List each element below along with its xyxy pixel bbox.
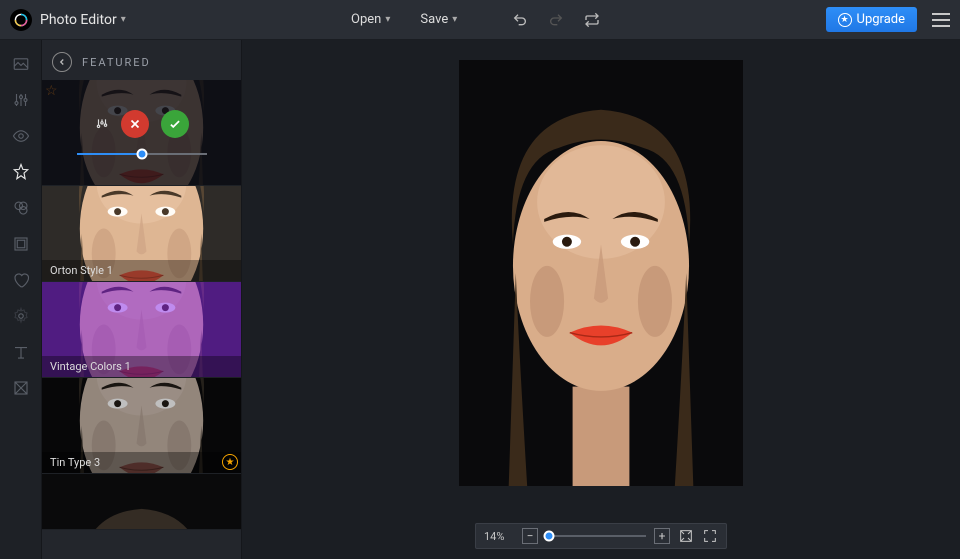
fullscreen-icon[interactable] bbox=[702, 528, 718, 544]
zoom-in-button[interactable]: + bbox=[654, 528, 670, 544]
panel-title: FEATURED bbox=[82, 56, 151, 69]
tool-rail bbox=[0, 40, 42, 559]
gear-tool-icon[interactable] bbox=[12, 307, 30, 325]
chevron-down-icon: ▾ bbox=[452, 14, 457, 25]
effects-tool-icon[interactable] bbox=[12, 163, 30, 181]
filter-label: Tin Type 3 bbox=[42, 452, 241, 473]
fit-screen-icon[interactable] bbox=[678, 528, 694, 544]
zoom-out-button[interactable]: − bbox=[522, 528, 538, 544]
overlay-tool-icon[interactable] bbox=[12, 199, 30, 217]
image-tool-icon[interactable] bbox=[12, 55, 30, 73]
adjust-tool-icon[interactable] bbox=[12, 91, 30, 109]
redo-icon bbox=[548, 12, 564, 28]
filter-label: Orton Style 1 bbox=[42, 260, 241, 281]
open-label: Open bbox=[351, 12, 381, 27]
filter-controls bbox=[42, 80, 241, 185]
filter-item[interactable] bbox=[42, 474, 241, 530]
apply-filter-button[interactable] bbox=[161, 110, 189, 138]
upgrade-button[interactable]: ★ Upgrade bbox=[826, 7, 917, 32]
app-title-text: Photo Editor bbox=[40, 12, 117, 28]
menu-button[interactable] bbox=[932, 13, 950, 27]
zoom-bar: 14% − + bbox=[475, 523, 727, 549]
premium-badge-icon: ★ bbox=[222, 454, 238, 470]
open-button[interactable]: Open ▾ bbox=[351, 12, 390, 27]
save-label: Save bbox=[420, 12, 448, 27]
zoom-text: 14% bbox=[484, 530, 514, 543]
cancel-filter-button[interactable] bbox=[121, 110, 149, 138]
filter-label: Vintage Colors 1 bbox=[42, 356, 241, 377]
frame-tool-icon[interactable] bbox=[12, 235, 30, 253]
filter-item[interactable]: Vintage Colors 1 bbox=[42, 282, 241, 378]
filter-panel: FEATURED ☆ bbox=[42, 40, 242, 559]
app-logo[interactable] bbox=[10, 9, 32, 31]
eye-tool-icon[interactable] bbox=[12, 127, 30, 145]
zoom-slider[interactable] bbox=[546, 535, 646, 537]
filter-item[interactable]: Orton Style 1 bbox=[42, 186, 241, 282]
filter-item[interactable]: Tin Type 3 ★ bbox=[42, 378, 241, 474]
panel-back-button[interactable] bbox=[52, 52, 72, 72]
upgrade-label: Upgrade bbox=[857, 12, 905, 27]
top-bar: Photo Editor ▾ Open ▾ Save ▾ ★ Upgrade bbox=[0, 0, 960, 40]
star-circle-icon: ★ bbox=[838, 13, 852, 27]
compare-icon[interactable] bbox=[584, 12, 600, 28]
canvas-area[interactable]: 14% − + bbox=[242, 40, 960, 559]
chevron-down-icon: ▾ bbox=[121, 14, 126, 25]
text-tool-icon[interactable] bbox=[12, 343, 30, 361]
app-title-dropdown[interactable]: Photo Editor ▾ bbox=[40, 12, 126, 28]
fine-adjust-icon[interactable] bbox=[95, 117, 109, 131]
heart-tool-icon[interactable] bbox=[12, 271, 30, 289]
intensity-slider[interactable] bbox=[77, 153, 207, 155]
texture-tool-icon[interactable] bbox=[12, 379, 30, 397]
undo-icon[interactable] bbox=[512, 12, 528, 28]
filter-list[interactable]: ☆ bbox=[42, 80, 241, 559]
chevron-down-icon: ▾ bbox=[385, 14, 390, 25]
canvas-image[interactable] bbox=[459, 60, 743, 486]
save-button[interactable]: Save ▾ bbox=[420, 12, 457, 27]
filter-item-active[interactable]: ☆ bbox=[42, 80, 241, 186]
